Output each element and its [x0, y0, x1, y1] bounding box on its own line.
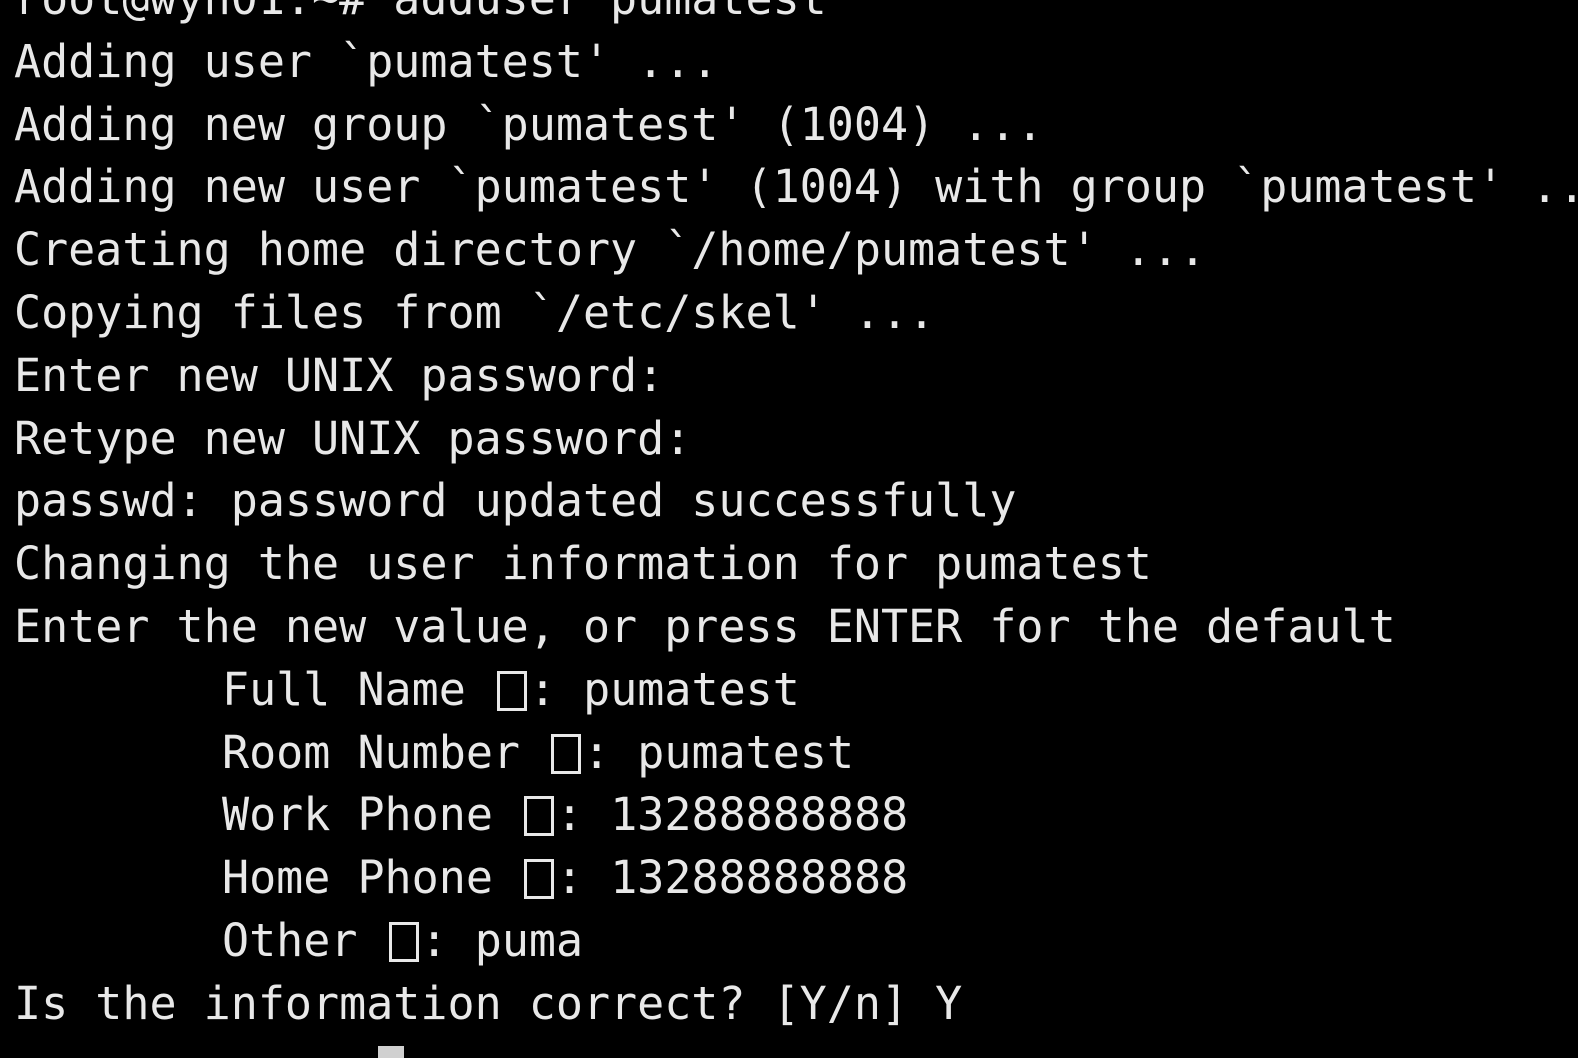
- terminal-line: Adding user `pumatest' ...: [14, 34, 719, 88]
- field-label: Work Phone: [222, 788, 493, 842]
- field-line-room-number: Room Number : pumatest: [222, 725, 855, 779]
- field-line-full-name: Full Name : pumatest: [222, 662, 800, 716]
- text-cursor: [378, 1046, 404, 1058]
- empty-default-box-icon: [551, 733, 582, 774]
- field-value: 13288888888: [610, 851, 909, 905]
- field-line-home-phone: Home Phone : 13288888888: [222, 851, 909, 905]
- empty-default-box-icon: [496, 670, 527, 711]
- confirm-prompt: Is the information correct? [Y/n]: [14, 976, 909, 1030]
- confirm-answer[interactable]: Y: [935, 977, 962, 1030]
- field-value: pumatest: [637, 725, 855, 779]
- field-value: puma: [474, 913, 584, 967]
- confirm-line: Is the information correct? [Y/n] Y: [14, 973, 1578, 1036]
- terminal-output: root@wyh01:~# adduser pumatest Adding us…: [14, 0, 1578, 1036]
- terminal-line: Changing the user information for pumate…: [14, 537, 1152, 591]
- field-value: pumatest: [583, 662, 800, 716]
- terminal-line-command: root@wyh01:~# adduser pumatest: [14, 0, 1578, 31]
- field-label: Room Number: [222, 725, 521, 779]
- terminal-line: Retype new UNIX password:: [14, 411, 692, 465]
- empty-default-box-icon: [524, 859, 555, 900]
- field-line-work-phone: Work Phone : 13288888888: [222, 788, 909, 842]
- field-line-other: Other : puma: [222, 913, 584, 967]
- terminal-line: Adding new group `pumatest' (1004) ...: [14, 97, 1044, 151]
- terminal-line: Creating home directory `/home/pumatest'…: [14, 223, 1207, 277]
- field-label: Other: [222, 913, 358, 967]
- terminal-line: Enter the new value, or press ENTER for …: [14, 599, 1396, 653]
- terminal-line: Copying files from `/etc/skel' ...: [14, 285, 936, 339]
- field-label: Full Name: [222, 662, 466, 716]
- field-value: 13288888888: [610, 788, 909, 842]
- terminal-line: passwd: password updated successfully: [14, 474, 1017, 528]
- empty-default-box-icon: [388, 921, 419, 962]
- terminal-line: Adding new user `pumatest' (1004) with g…: [14, 160, 1578, 214]
- terminal-window[interactable]: root@wyh01:~# adduser pumatest Adding us…: [0, 0, 1578, 1058]
- field-label: Home Phone: [222, 851, 493, 905]
- empty-default-box-icon: [524, 796, 555, 837]
- terminal-line: Enter new UNIX password:: [14, 348, 665, 402]
